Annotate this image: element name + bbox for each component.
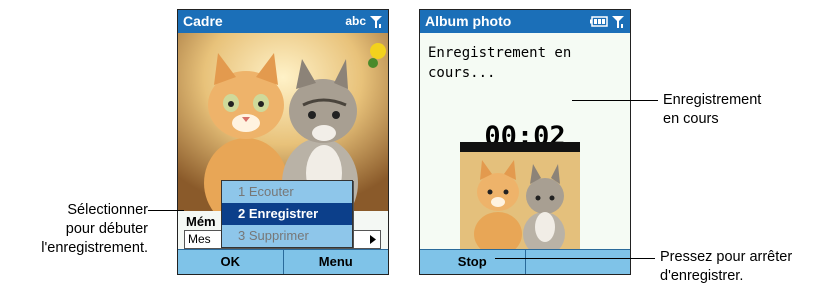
annotation-select: Sélectionner pour débuter l'enregistreme… (18, 201, 148, 258)
title-bar: Cadre abc (178, 10, 388, 33)
right-phone-screen: Album photo Enregistrement en cours... 0… (419, 9, 631, 275)
context-menu: 1 Ecouter 2 Enregistrer 3 Supprimer (221, 180, 353, 248)
menu-item-enregistrer[interactable]: 2 Enregistrer (222, 203, 352, 225)
annotation-recording: Enregistrement en cours (663, 91, 761, 129)
annotation-select-line2: pour débuter (65, 221, 148, 237)
leader-line-select (148, 210, 184, 211)
memo-dropdown-value: Mes (188, 232, 211, 246)
input-mode-indicator: abc (345, 14, 366, 28)
leader-line-stop (495, 258, 655, 259)
softkey-ok[interactable]: OK (178, 250, 283, 274)
window-title: Album photo (425, 13, 512, 29)
recording-status-text: Enregistrement en cours... (428, 45, 572, 81)
annotation-select-line1: Sélectionner (67, 202, 148, 218)
softkey-right[interactable] (524, 250, 631, 274)
dropdown-arrow-icon[interactable] (370, 235, 376, 244)
annotation-stop: Pressez pour arrêter d'enregistrer. (660, 248, 792, 286)
signal-icon (370, 15, 382, 28)
left-phone-screen: Cadre abc Mém Mes 1 Ecouter 2 Enregistre… (177, 9, 389, 275)
menu-item-ecouter[interactable]: 1 Ecouter (222, 181, 352, 203)
recording-panel: Enregistrement en cours... 00:02 (420, 33, 630, 249)
menu-item-supprimer[interactable]: 3 Supprimer (222, 225, 352, 247)
memo-label: Mém (186, 214, 216, 229)
softkey-bar: OK Menu (178, 249, 388, 274)
annotation-recording-line2: en cours (663, 111, 719, 127)
softkey-bar: Stop (420, 249, 630, 274)
softkey-menu[interactable]: Menu (282, 250, 389, 274)
window-title: Cadre (183, 13, 223, 29)
leader-line-recording (572, 100, 658, 101)
softkey-stop[interactable]: Stop (420, 250, 525, 274)
title-bar: Album photo (420, 10, 630, 33)
annotation-stop-line1: Pressez pour arrêter (660, 249, 793, 265)
signal-icon (612, 15, 624, 28)
annotation-stop-line2: d'enregistrer. (660, 268, 744, 284)
battery-icon (590, 16, 608, 27)
annotation-recording-line1: Enregistrement (663, 92, 762, 108)
annotation-select-line3: l'enregistrement. (41, 240, 148, 256)
kittens-thumbnail (460, 142, 580, 249)
